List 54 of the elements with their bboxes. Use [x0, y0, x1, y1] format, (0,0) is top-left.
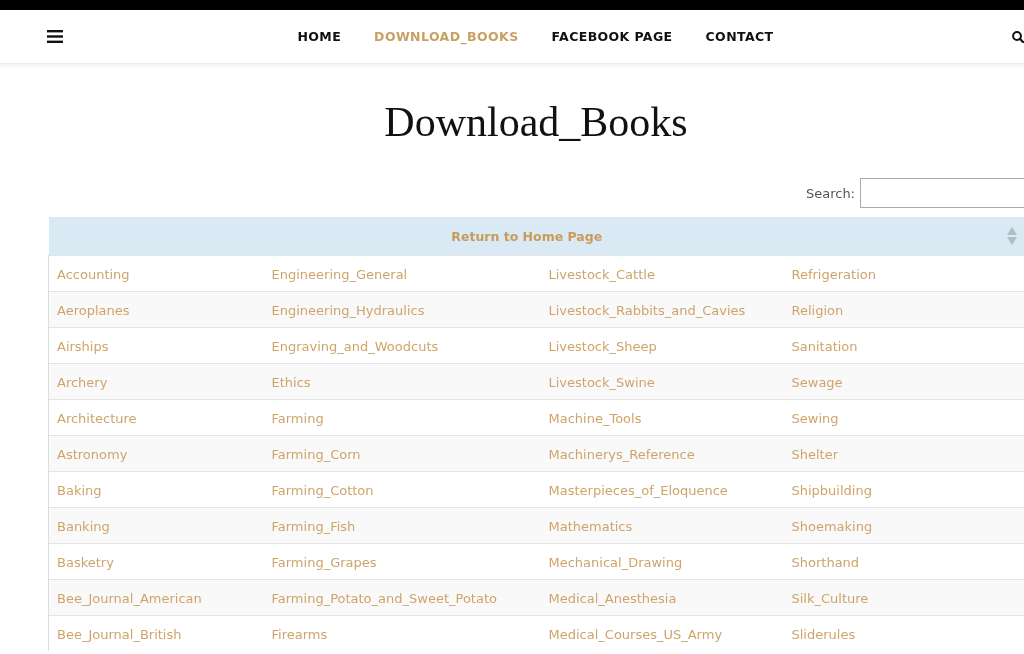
nav-link[interactable]: FACEBOOK PAGE — [551, 29, 673, 44]
category-link[interactable]: Livestock_Rabbits_and_Cavies — [548, 303, 746, 318]
nav-link[interactable]: DOWNLOAD_BOOKS — [374, 29, 519, 44]
category-link[interactable]: Baking — [57, 483, 102, 498]
category-link[interactable]: Bee_Journal_American — [57, 591, 202, 606]
category-link[interactable]: Architecture — [57, 411, 137, 426]
category-link[interactable]: Sewing — [791, 411, 839, 426]
category-link[interactable]: Astronomy — [57, 447, 128, 462]
category-link[interactable]: Mathematics — [548, 519, 633, 534]
category-link[interactable]: Shorthand — [791, 555, 860, 570]
category-link[interactable]: Farming_Potato_and_Sweet_Potato — [271, 591, 497, 606]
category-link[interactable]: Bee_Journal_British — [57, 627, 182, 642]
category-link[interactable]: Ethics — [271, 375, 311, 390]
category-link[interactable]: Engraving_and_Woodcuts — [271, 339, 439, 354]
category-link[interactable]: Shipbuilding — [791, 483, 872, 498]
category-link[interactable]: Machinerys_Reference — [548, 447, 695, 462]
search-icon[interactable] — [1012, 30, 1024, 43]
search-label: Search: — [805, 185, 855, 201]
category-link[interactable]: Medical_Anesthesia — [548, 591, 677, 606]
category-link[interactable]: Firearms — [271, 627, 328, 642]
category-link[interactable]: Farming_Fish — [271, 519, 356, 534]
category-link[interactable]: Aeroplanes — [57, 303, 130, 318]
category-link[interactable]: Farming_Grapes — [271, 555, 377, 570]
category-link[interactable]: Masterpieces_of_Eloquence — [548, 483, 728, 498]
category-link[interactable]: Sanitation — [791, 339, 858, 354]
category-link[interactable]: Mechanical_Drawing — [548, 555, 683, 570]
menu-icon[interactable] — [47, 30, 63, 43]
category-link[interactable]: Engineering_General — [271, 267, 408, 282]
category-link[interactable]: Farming_Corn — [271, 447, 361, 462]
category-link[interactable]: Sliderules — [791, 627, 856, 642]
category-link[interactable]: Airships — [57, 339, 109, 354]
category-link[interactable]: Shoemaking — [791, 519, 873, 534]
category-link[interactable]: Basketry — [57, 555, 114, 570]
category-link[interactable]: Shelter — [791, 447, 839, 462]
category-link[interactable]: Silk_Culture — [791, 591, 869, 606]
category-link[interactable]: Machine_Tools — [548, 411, 642, 426]
category-link[interactable]: Livestock_Cattle — [548, 267, 655, 282]
nav-link[interactable]: HOME — [297, 29, 342, 44]
search-field[interactable] — [860, 178, 1024, 208]
home-link[interactable]: Return to Home Page — [451, 228, 603, 244]
category-link[interactable]: Refrigeration — [791, 267, 876, 282]
category-link[interactable]: Accounting — [57, 267, 130, 282]
category-link[interactable]: Banking — [57, 519, 110, 534]
category-link[interactable]: Sewage — [791, 375, 843, 390]
category-link[interactable]: Farming_Cotton — [271, 483, 374, 498]
category-link[interactable]: Livestock_Swine — [548, 375, 655, 390]
nav-link[interactable]: CONTACT — [705, 29, 774, 44]
category-link[interactable]: Livestock_Sheep — [548, 339, 657, 354]
category-link[interactable]: Archery — [57, 375, 108, 390]
page-title: Download_Books — [383, 98, 689, 147]
category-link[interactable]: Engineering_Hydraulics — [271, 303, 425, 318]
category-link[interactable]: Religion — [791, 303, 844, 318]
category-link[interactable]: Medical_Courses_US_Army — [548, 627, 723, 642]
category-link[interactable]: Farming — [271, 411, 324, 426]
